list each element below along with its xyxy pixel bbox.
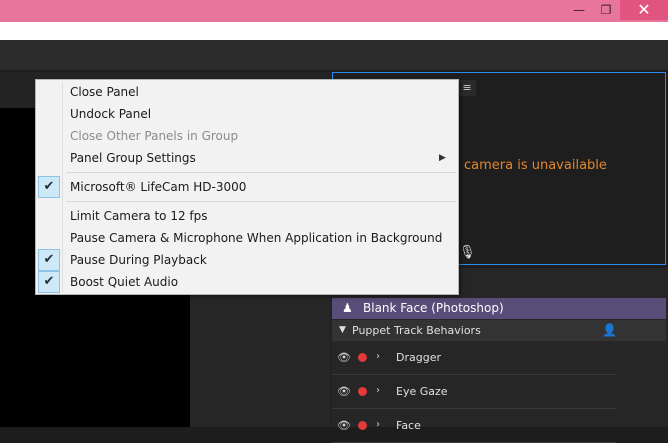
panel-menu-icon[interactable]: ≡ [458,80,476,96]
menu-item-undock-panel[interactable]: Undock Panel [36,103,458,125]
checkmark-icon: ✔ [38,271,60,293]
record-armed-icon[interactable] [358,387,367,396]
behaviors-header[interactable]: ▼ Puppet Track Behaviors 👤 [332,320,666,341]
menu-item-label: Undock Panel [70,107,152,121]
menu-item-label: Pause During Playback [70,253,207,267]
behavior-row[interactable]: 👁 › Face [332,409,616,443]
puppet-icon: ♟ [342,301,353,315]
checkmark-icon: ✔ [38,176,60,198]
checkmark-icon: ✔ [38,249,60,271]
toolbar [0,40,668,70]
eye-icon[interactable]: 👁 [337,351,351,364]
eye-icon[interactable]: 👁 [337,419,351,432]
menu-item-label: Microsoft® LifeCam HD-3000 [70,180,247,194]
close-button[interactable]: ✕ [620,0,668,20]
chevron-right-icon[interactable]: › [376,419,380,430]
chevron-right-icon[interactable]: › [376,385,380,396]
chevron-down-icon[interactable]: ▼ [339,320,346,341]
menu-item-label: Panel Group Settings [70,151,196,165]
menu-item-panel-group-settings[interactable]: Panel Group Settings ▶ [36,147,458,169]
menu-item-boost-quiet-audio[interactable]: ✔ Boost Quiet Audio [36,271,458,293]
camera-status-text: camera is unavailable [464,158,607,173]
title-bar: — ❐ ✕ [0,0,668,22]
behavior-row[interactable]: 👁 › Eye Gaze [332,375,616,409]
menu-item-label: Limit Camera to 12 fps [70,209,208,223]
puppet-name: Blank Face (Photoshop) [363,301,504,315]
menu-item-pause-during-playback[interactable]: ✔ Pause During Playback [36,249,458,271]
record-armed-icon[interactable] [358,421,367,430]
menu-item-pause-in-background[interactable]: Pause Camera & Microphone When Applicati… [36,227,458,249]
menu-item-label: Pause Camera & Microphone When Applicati… [70,231,443,245]
eye-icon[interactable]: 👁 [337,385,351,398]
minimize-button[interactable]: — [566,0,592,20]
behavior-name: Dragger [396,351,441,364]
menu-item-close-other-panels: Close Other Panels in Group [36,125,458,147]
menu-item-label: Close Panel [70,85,139,99]
behavior-row[interactable]: 👁 › Dragger [332,341,616,375]
menu-item-limit-camera[interactable]: Limit Camera to 12 fps [36,205,458,227]
submenu-arrow-icon: ▶ [439,153,446,163]
context-menu: Close Panel Undock Panel Close Other Pan… [35,79,459,295]
restore-button[interactable]: ❐ [592,0,620,20]
behaviors-header-label: Puppet Track Behaviors [352,324,481,337]
menu-separator [66,172,456,173]
menu-item-label: Close Other Panels in Group [70,129,239,143]
record-armed-icon[interactable] [358,353,367,362]
add-behavior-icon[interactable]: 👤 [602,320,617,341]
menu-item-close-panel[interactable]: Close Panel [36,81,458,103]
menu-item-camera-device[interactable]: ✔ Microsoft® LifeCam HD-3000 [36,176,458,198]
puppet-name-bar: ♟ Blank Face (Photoshop) [332,298,666,319]
menu-separator [66,201,456,202]
chevron-right-icon[interactable]: › [376,351,380,362]
microphone-icon[interactable]: 🎙 [459,245,476,260]
behavior-name: Face [396,419,421,432]
menu-item-label: Boost Quiet Audio [70,275,179,289]
menu-strip [0,22,668,40]
behavior-name: Eye Gaze [396,385,448,398]
